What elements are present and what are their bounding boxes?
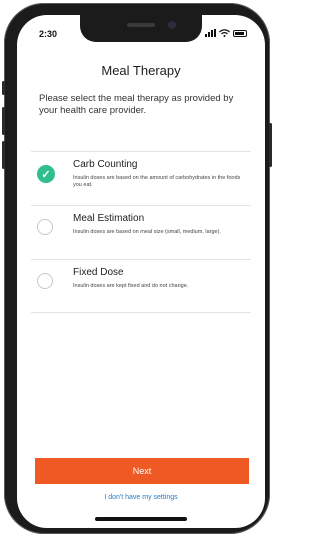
screen: 2:30 Meal Therapy Please select the meal… bbox=[17, 15, 265, 528]
camera bbox=[168, 21, 176, 29]
no-settings-link[interactable]: I don't have my settings bbox=[17, 494, 265, 501]
option-description: Insulin doses are kept fixed and do not … bbox=[73, 283, 189, 289]
divider bbox=[31, 312, 251, 313]
phone-frame: 2:30 Meal Therapy Please select the meal… bbox=[2, 3, 272, 534]
wifi-icon bbox=[219, 29, 230, 37]
divider bbox=[31, 205, 251, 206]
notch bbox=[80, 15, 202, 42]
volume-up-button bbox=[2, 107, 5, 135]
speaker bbox=[127, 23, 155, 27]
option-title: Meal Estimation bbox=[73, 213, 145, 224]
option-fixed-dose[interactable]: Fixed Dose Insulin doses are kept fixed … bbox=[31, 261, 251, 313]
radio-icon bbox=[37, 273, 53, 289]
status-time: 2:30 bbox=[39, 29, 58, 39]
option-description: Insulin doses are based on meal size (sm… bbox=[73, 229, 221, 235]
signal-icon bbox=[205, 29, 216, 37]
radio-icon bbox=[37, 219, 53, 235]
home-indicator bbox=[95, 517, 187, 521]
check-icon: ✓ bbox=[37, 165, 55, 183]
option-title: Fixed Dose bbox=[73, 267, 124, 278]
mute-switch bbox=[2, 81, 5, 95]
option-title: Carb Counting bbox=[73, 159, 138, 170]
option-carb-counting[interactable]: ✓ Carb Counting Insulin doses are based … bbox=[31, 153, 251, 205]
page-title: Meal Therapy bbox=[101, 63, 181, 78]
option-meal-estimation[interactable]: Meal Estimation Insulin doses are based … bbox=[31, 207, 251, 259]
volume-down-button bbox=[2, 141, 5, 169]
divider bbox=[31, 151, 251, 152]
power-button bbox=[269, 123, 272, 167]
divider bbox=[31, 259, 251, 260]
next-button[interactable]: Next bbox=[35, 458, 249, 484]
instruction-text: Please select the meal therapy as provid… bbox=[39, 93, 234, 116]
option-description: Insulin doses are based on the amount of… bbox=[73, 175, 241, 188]
battery-icon bbox=[233, 29, 247, 37]
status-icons bbox=[205, 29, 247, 37]
